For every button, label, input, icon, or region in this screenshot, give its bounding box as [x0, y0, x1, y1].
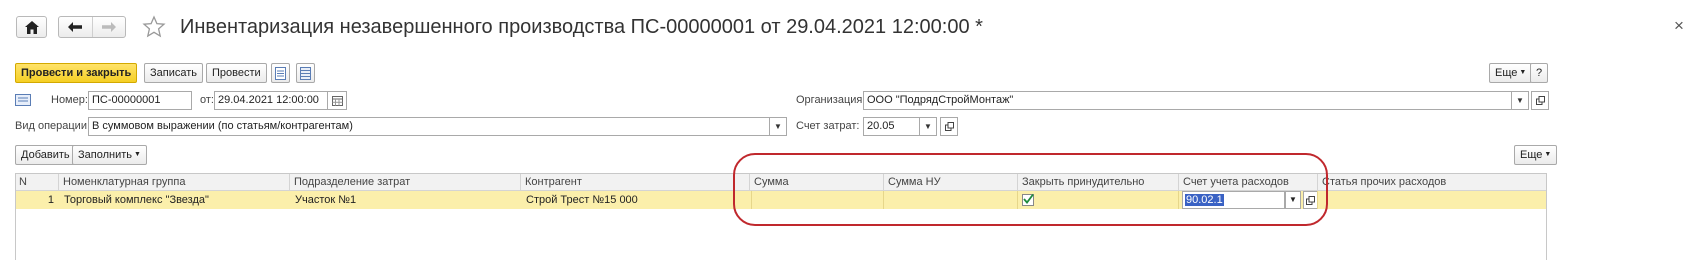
- cell-contractor[interactable]: Строй Трест №15 000: [522, 191, 749, 209]
- back-button[interactable]: [59, 17, 93, 37]
- close-icon[interactable]: ×: [1674, 16, 1684, 36]
- cell-division[interactable]: Участок №1: [291, 191, 520, 209]
- number-label: Номер:: [51, 94, 88, 106]
- post-button[interactable]: Провести: [206, 63, 267, 83]
- expense-account-dropdown-button[interactable]: ▼: [1285, 191, 1301, 209]
- column-header-sum[interactable]: Сумма: [749, 174, 883, 191]
- operation-type-dropdown-button[interactable]: ▼: [769, 117, 787, 136]
- chevron-down-icon: ▼: [1289, 195, 1297, 204]
- chevron-down-icon: ▼: [774, 122, 782, 131]
- table-more-button[interactable]: Еще ▼: [1514, 145, 1558, 165]
- column-header-n[interactable]: N: [15, 174, 58, 191]
- cell-other-expense[interactable]: [1317, 191, 1547, 209]
- calendar-icon: [331, 95, 343, 106]
- journal-button[interactable]: [296, 63, 315, 83]
- column-header-other-expense[interactable]: Статья прочих расходов: [1317, 174, 1547, 191]
- add-row-button[interactable]: Добавить: [15, 145, 76, 165]
- force-close-checkbox[interactable]: [1022, 193, 1034, 206]
- print-button[interactable]: [271, 63, 290, 83]
- home-icon: [24, 20, 39, 34]
- operation-type-field[interactable]: В суммовом выражении (по статьям/контраг…: [88, 117, 770, 136]
- more-menu-button[interactable]: Еще ▼: [1489, 63, 1533, 83]
- cost-account-dropdown-button[interactable]: ▼: [919, 117, 937, 136]
- fill-label: Заполнить: [78, 149, 133, 161]
- number-field[interactable]: ПС-00000001: [88, 91, 192, 110]
- favorite-star-icon[interactable]: [142, 15, 166, 42]
- table-header: N Номенклатурная группа Подразделение за…: [15, 173, 1547, 191]
- page-title: Инвентаризация незавершенного производст…: [180, 16, 983, 38]
- cost-account-label: Счет затрат:: [796, 120, 860, 132]
- more-label: Еще: [1495, 67, 1518, 79]
- checkmark-icon: [1023, 193, 1034, 204]
- post-and-close-button[interactable]: Провести и закрыть: [15, 63, 138, 83]
- chevron-down-icon: ▼: [1516, 96, 1524, 105]
- expense-account-value: 90.02.1: [1185, 194, 1224, 206]
- document-icon: [275, 66, 286, 80]
- forward-button[interactable]: [93, 17, 126, 37]
- ledger-icon: [300, 66, 311, 80]
- date-label: от:: [200, 94, 214, 106]
- calendar-button[interactable]: [327, 91, 347, 110]
- save-button[interactable]: Записать: [144, 63, 204, 83]
- cost-account-field[interactable]: 20.05: [863, 117, 920, 136]
- cell-sum[interactable]: [751, 191, 883, 209]
- column-header-group[interactable]: Номенклатурная группа: [58, 174, 289, 191]
- fill-button[interactable]: Заполнить ▼: [72, 145, 147, 165]
- table-more-label: Еще: [1520, 149, 1543, 161]
- organization-open-button[interactable]: [1531, 91, 1549, 110]
- operation-type-label: Вид операции:: [15, 120, 91, 132]
- open-icon: [1535, 96, 1545, 105]
- column-header-expense-account[interactable]: Счет учета расходов: [1178, 174, 1317, 191]
- chevron-down-icon: ▼: [1544, 151, 1552, 158]
- cell-expense-account[interactable]: 90.02.1 ▼: [1178, 191, 1318, 209]
- arrow-right-icon: [101, 22, 116, 32]
- column-header-contractor[interactable]: Контрагент: [520, 174, 749, 191]
- column-header-division[interactable]: Подразделение затрат: [289, 174, 520, 191]
- column-header-force-close[interactable]: Закрыть принудительно: [1017, 174, 1178, 191]
- history-nav: [58, 16, 126, 38]
- home-button[interactable]: [16, 16, 47, 38]
- cell-group[interactable]: Торговый комплекс "Звезда": [60, 191, 289, 209]
- date-field[interactable]: 29.04.2021 12:00:00: [214, 91, 328, 110]
- cell-sum-nu[interactable]: [883, 191, 1017, 209]
- chevron-down-icon: ▼: [924, 122, 932, 131]
- expense-account-open-button[interactable]: [1303, 191, 1318, 209]
- organization-field[interactable]: ООО "ПодрядСтройМонтаж": [863, 91, 1512, 110]
- help-button[interactable]: ?: [1530, 63, 1548, 83]
- expense-account-field[interactable]: 90.02.1: [1182, 191, 1285, 209]
- table-row[interactable]: 1 Торговый комплекс "Звезда" Участок №1 …: [15, 191, 1547, 209]
- cost-account-open-button[interactable]: [940, 117, 958, 136]
- organization-label: Организация:: [796, 94, 866, 106]
- cell-n: 1: [47, 194, 54, 206]
- cell-force-close[interactable]: [1017, 191, 1178, 209]
- organization-dropdown-button[interactable]: ▼: [1511, 91, 1529, 110]
- chevron-down-icon: ▼: [134, 151, 141, 158]
- arrow-left-icon: [68, 22, 83, 32]
- chevron-down-icon: ▼: [1519, 69, 1527, 76]
- column-header-sum-nu[interactable]: Сумма НУ: [883, 174, 1017, 191]
- open-icon: [1306, 195, 1315, 205]
- open-icon: [944, 122, 954, 131]
- document-icon: [15, 94, 31, 109]
